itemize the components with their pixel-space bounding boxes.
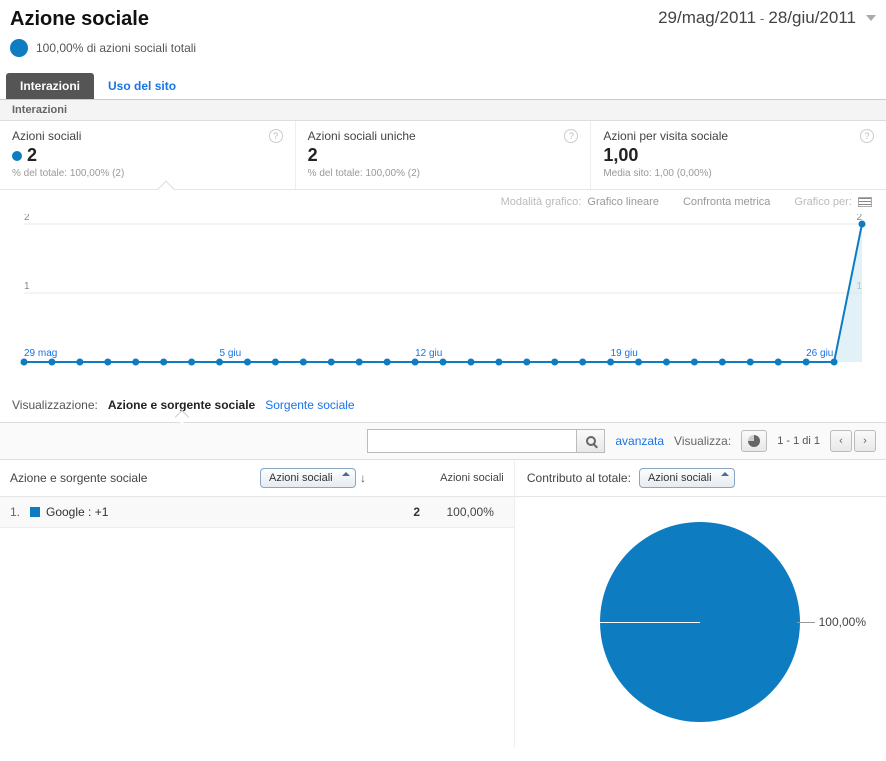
pie-label: 100,00% xyxy=(797,615,866,629)
pager-text: 1 - 1 di 1 xyxy=(777,435,820,447)
advanced-link[interactable]: avanzata xyxy=(615,434,664,448)
metric-dot-icon xyxy=(12,151,22,161)
help-icon[interactable]: ? xyxy=(269,129,283,143)
visualization-label: Visualizzazione: xyxy=(12,398,98,412)
svg-text:29 mag: 29 mag xyxy=(24,348,57,359)
pie-slice xyxy=(600,522,800,722)
svg-text:1: 1 xyxy=(24,281,30,292)
visualize-pie-button[interactable] xyxy=(741,430,767,452)
next-button[interactable]: › xyxy=(854,430,876,452)
pie-chart[interactable]: 100,00% xyxy=(515,497,886,747)
viz-option-link[interactable]: Sorgente sociale xyxy=(265,398,354,412)
search-button[interactable] xyxy=(577,429,605,453)
tab-uso-del-sito[interactable]: Uso del sito xyxy=(94,73,190,99)
tab-interazioni[interactable]: Interazioni xyxy=(6,73,94,99)
row-percent: 100,00% xyxy=(440,505,504,519)
main-tabs: Interazioni Uso del sito xyxy=(0,73,886,100)
metric-sub: % del totale: 100,00% (2) xyxy=(308,168,579,179)
metric-label: Azioni sociali uniche xyxy=(308,129,416,143)
table-control-bar: avanzata Visualizza: 1 - 1 di 1 ‹ › xyxy=(0,422,886,460)
chart-mode-value[interactable]: Grafico lineare xyxy=(587,196,659,208)
metric-sub: Media sito: 1,00 (0,00%) xyxy=(603,168,874,179)
help-icon[interactable]: ? xyxy=(564,129,578,143)
col-header-source[interactable]: Azione e sorgente sociale xyxy=(10,471,260,485)
svg-text:19 giu: 19 giu xyxy=(611,348,638,359)
pie-icon xyxy=(748,435,760,447)
line-chart[interactable]: 112229 mag5 giu12 giu19 giu26 giu xyxy=(0,214,886,384)
metric-label: Azioni sociali xyxy=(12,129,81,143)
subtitle-text: 100,00% di azioni sociali totali xyxy=(36,41,196,55)
chart-controls: Modalità grafico: Grafico lineare Confro… xyxy=(0,190,886,214)
compare-metric-link[interactable]: Confronta metrica xyxy=(683,196,770,208)
viz-option-active[interactable]: Azione e sorgente sociale xyxy=(108,398,255,412)
date-range-picker[interactable]: 29/mag/2011 - 28/giu/2011 xyxy=(658,8,876,28)
metric-azioni-per-visita[interactable]: Azioni per visita sociale ? 1,00 Media s… xyxy=(591,121,886,189)
series-color-icon xyxy=(30,507,40,517)
dropdown-arrow-icon xyxy=(866,15,876,21)
row-index: 1. xyxy=(10,505,30,519)
metric-azioni-sociali-uniche[interactable]: Azioni sociali uniche ? 2 % del totale: … xyxy=(296,121,592,189)
chevron-right-icon: › xyxy=(863,435,867,447)
contribution-label: Contributo al totale: xyxy=(527,471,631,485)
table-row[interactable]: 1. Google : +1 2 100,00% xyxy=(0,497,514,528)
help-icon[interactable]: ? xyxy=(860,129,874,143)
prev-button[interactable]: ‹ xyxy=(830,430,852,452)
search-input[interactable] xyxy=(367,429,577,453)
metric-value: 1,00 xyxy=(603,145,638,166)
chart-mode-label: Modalità grafico: xyxy=(501,196,582,208)
metric-select-primary[interactable]: Azioni sociali xyxy=(260,468,356,488)
table-header: Azione e sorgente sociale Azioni sociali… xyxy=(0,460,514,497)
visualize-label: Visualizza: xyxy=(674,434,731,448)
metric-sub: % del totale: 100,00% (2) xyxy=(12,168,283,179)
svg-text:2: 2 xyxy=(24,214,30,223)
leader-line-icon xyxy=(797,622,815,623)
series-dot-icon xyxy=(10,39,28,57)
page-title: Azione sociale xyxy=(10,8,149,31)
chart-per-label: Grafico per: xyxy=(794,196,851,208)
metric-label: Azioni per visita sociale xyxy=(603,129,728,143)
chevron-left-icon: ‹ xyxy=(839,435,843,447)
metrics-row: Azioni sociali ? 2 % del totale: 100,00%… xyxy=(0,121,886,190)
subtab-interazioni[interactable]: Interazioni xyxy=(0,100,886,121)
svg-text:12 giu: 12 giu xyxy=(415,348,442,359)
col-header-actions[interactable]: Azioni sociali xyxy=(440,472,504,484)
date-from: 29/mag/2011 xyxy=(658,8,756,28)
svg-text:5 giu: 5 giu xyxy=(220,348,242,359)
metric-value: 2 xyxy=(27,145,37,166)
chart-granularity-icon[interactable] xyxy=(858,197,872,207)
svg-text:26 giu: 26 giu xyxy=(806,348,833,359)
row-source: Google : +1 xyxy=(46,505,108,519)
search-icon xyxy=(586,436,596,446)
date-separator: - xyxy=(760,11,764,26)
metric-value: 2 xyxy=(308,145,318,166)
date-to: 28/giu/2011 xyxy=(768,8,856,28)
row-value: 2 xyxy=(260,505,440,519)
contribution-select[interactable]: Azioni sociali xyxy=(639,468,735,488)
metric-azioni-sociali[interactable]: Azioni sociali ? 2 % del totale: 100,00%… xyxy=(0,121,296,189)
sort-down-icon[interactable]: ↓ xyxy=(360,471,366,485)
